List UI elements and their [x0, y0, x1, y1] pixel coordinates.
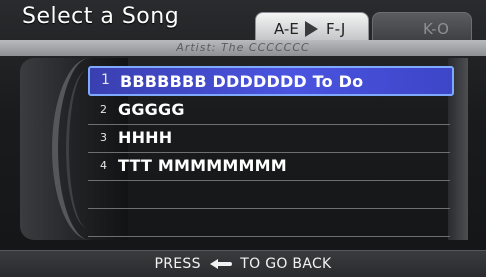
song-row-1[interactable]: 1 BBBBBBB DDDDDDD To Do	[88, 66, 454, 96]
hint-press: PRESS	[154, 256, 201, 272]
play-arrow-icon	[305, 21, 318, 37]
song-number: 1	[101, 72, 110, 88]
song-row-2[interactable]: 2 GGGGG	[88, 96, 450, 125]
song-title: HHHH	[118, 128, 173, 147]
song-title: TTT MMMMMMMM	[118, 156, 287, 175]
back-arrow-icon	[209, 259, 232, 269]
tab-k-o-label: K-O	[423, 20, 449, 38]
empty-row	[88, 208, 450, 237]
song-number: 4	[100, 159, 107, 172]
song-select-screen: Select a Song A-E F-J K-O Artist: The CC…	[0, 0, 486, 277]
tab-a-e-label: A-E	[274, 20, 299, 38]
song-title: GGGGG	[118, 100, 185, 119]
song-number: 3	[100, 131, 107, 144]
empty-row	[88, 180, 450, 209]
page-title: Select a Song	[22, 4, 180, 29]
artist-label: Artist: The CCCCCCC	[176, 41, 310, 54]
hint-action: TO GO BACK	[240, 256, 332, 272]
song-row-4[interactable]: 4 TTT MMMMMMMM	[88, 152, 450, 181]
song-row-3[interactable]: 3 HHHH	[88, 124, 450, 153]
footer-bar: PRESS TO GO BACK	[0, 250, 486, 277]
back-hint: PRESS TO GO BACK	[0, 256, 486, 272]
song-number: 2	[100, 103, 107, 116]
tab-f-j-label: F-J	[326, 20, 346, 38]
song-title: BBBBBBB DDDDDDD To Do	[120, 72, 364, 91]
song-list: 1 BBBBBBB DDDDDDD To Do 2 GGGGG 3 HHHH 4…	[88, 58, 454, 240]
